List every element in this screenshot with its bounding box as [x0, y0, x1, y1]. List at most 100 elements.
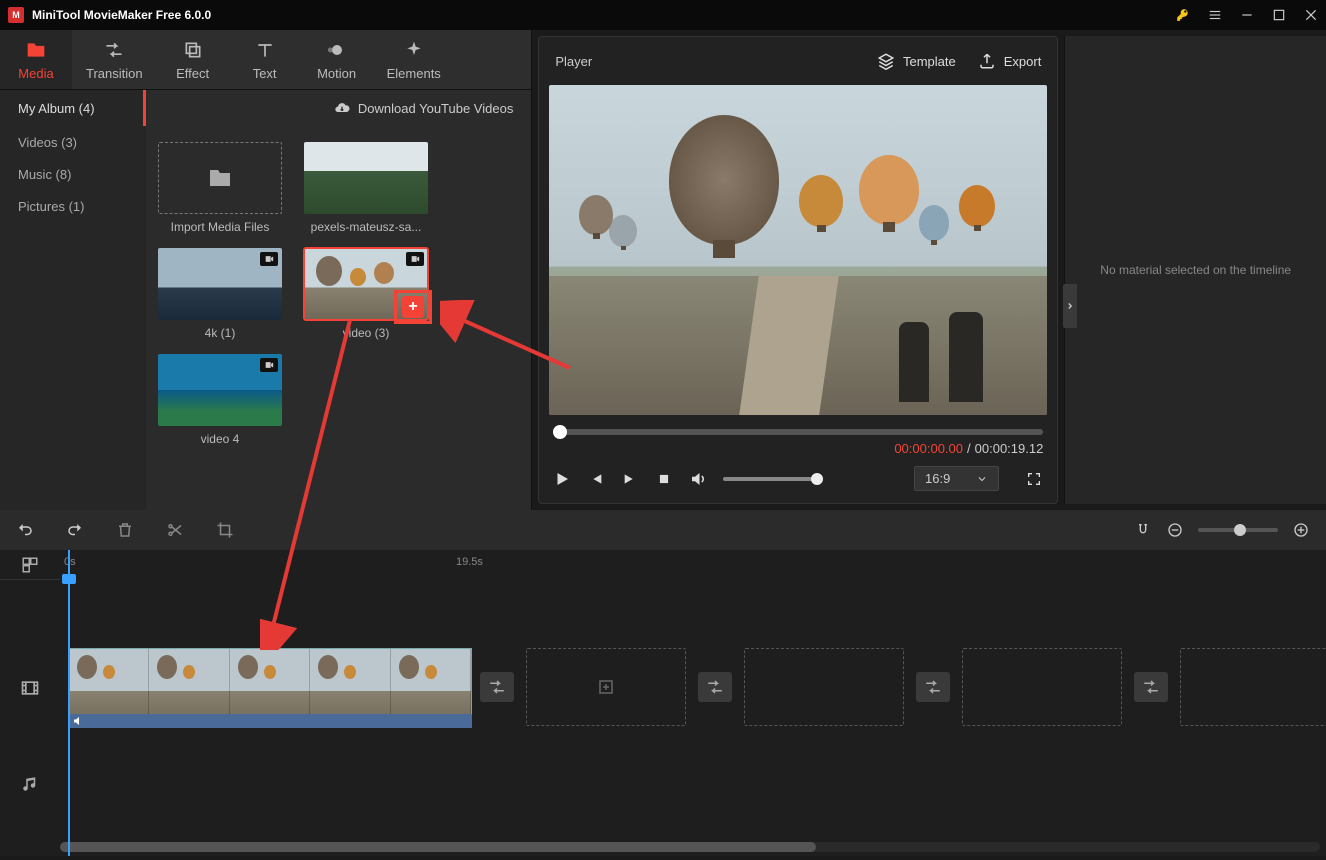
time-total: 00:00:19.12 — [975, 441, 1044, 456]
fullscreen-button[interactable] — [1025, 470, 1043, 488]
maximize-button[interactable] — [1272, 8, 1286, 22]
sidebar-item-label: Videos (3) — [18, 135, 77, 150]
tab-effect[interactable]: Effect — [157, 30, 229, 89]
button-label: Template — [903, 54, 956, 69]
crop-button[interactable] — [216, 521, 234, 539]
tab-label: Effect — [176, 66, 209, 81]
volume-icon[interactable] — [689, 470, 707, 488]
aspect-ratio-select[interactable]: 16:9 — [914, 466, 999, 491]
media-label: pexels-mateusz-sa... — [311, 220, 422, 234]
sidebar-item-music[interactable]: Music (8) — [0, 158, 146, 190]
player-panel: Player Template Export — [538, 36, 1058, 504]
timeline: 0s 19.5s — [0, 550, 1326, 856]
sidebar-item-my-album[interactable]: My Album (4) — [0, 90, 146, 126]
empty-clip-slot[interactable] — [526, 648, 686, 726]
zoom-in-button[interactable] — [1292, 521, 1310, 539]
snap-button[interactable] — [1134, 521, 1152, 539]
import-media-button[interactable]: Import Media Files — [158, 142, 282, 234]
media-label: Import Media Files — [171, 220, 270, 234]
video-track-icon — [0, 640, 60, 736]
media-item-selected[interactable]: + video (3) — [304, 248, 428, 340]
tab-media[interactable]: Media — [0, 30, 72, 89]
export-button[interactable]: Export — [978, 52, 1042, 70]
transition-slot[interactable] — [698, 672, 732, 702]
effect-icon — [183, 40, 203, 60]
folder-icon — [26, 40, 46, 60]
music-track-icon — [0, 736, 60, 832]
zoom-out-button[interactable] — [1166, 521, 1184, 539]
empty-clip-slot[interactable] — [962, 648, 1122, 726]
tab-transition[interactable]: Transition — [72, 30, 157, 89]
media-grid: Import Media Files pexels-mateusz-sa... … — [146, 126, 531, 510]
undo-button[interactable] — [16, 521, 34, 539]
delete-button[interactable] — [116, 521, 134, 539]
progress-slider[interactable] — [553, 429, 1043, 435]
close-button[interactable] — [1304, 8, 1318, 22]
video-badge-icon — [406, 252, 424, 266]
video-badge-icon — [260, 252, 278, 266]
media-item[interactable]: 4k (1) — [158, 248, 282, 340]
menu-icon[interactable] — [1208, 8, 1222, 22]
tab-label: Text — [253, 66, 277, 81]
sidebar-item-videos[interactable]: Videos (3) — [0, 126, 146, 158]
next-frame-button[interactable] — [621, 470, 639, 488]
transition-slot[interactable] — [480, 672, 514, 702]
tab-elements[interactable]: Elements — [373, 30, 455, 89]
collapse-inspector-button[interactable] — [1063, 284, 1077, 328]
video-track[interactable] — [60, 640, 1326, 736]
motion-icon — [327, 40, 347, 60]
time-current: 00:00:00.00 — [894, 441, 963, 456]
text-icon — [255, 40, 275, 60]
timeline-layers-button[interactable] — [0, 550, 60, 580]
music-track[interactable] — [60, 736, 1326, 832]
template-button[interactable]: Template — [877, 52, 956, 70]
tab-label: Media — [18, 66, 53, 81]
sparkle-icon — [404, 40, 424, 60]
timeline-scrollbar[interactable] — [60, 842, 1320, 852]
tab-motion[interactable]: Motion — [301, 30, 373, 89]
volume-slider[interactable] — [723, 477, 823, 481]
empty-clip-slot[interactable] — [1180, 648, 1326, 726]
inspector-panel: No material selected on the timeline — [1064, 36, 1326, 504]
play-button[interactable] — [553, 470, 571, 488]
aspect-label: 16:9 — [925, 471, 950, 486]
prev-frame-button[interactable] — [587, 470, 605, 488]
zoom-slider[interactable] — [1198, 528, 1278, 532]
add-to-timeline-button[interactable]: + — [394, 290, 432, 324]
empty-clip-slot[interactable] — [744, 648, 904, 726]
time-separator: / — [967, 441, 971, 456]
ruler-tick: 19.5s — [456, 556, 483, 568]
tool-tabs: Media Transition Effect Text Motion Elem… — [0, 30, 531, 90]
template-icon — [877, 52, 895, 70]
download-label: Download YouTube Videos — [358, 101, 513, 116]
split-button[interactable] — [166, 521, 184, 539]
folder-icon — [208, 166, 232, 190]
title-bar: M MiniTool MovieMaker Free 6.0.0 — [0, 0, 1326, 30]
redo-button[interactable] — [66, 521, 84, 539]
media-item[interactable]: pexels-mateusz-sa... — [304, 142, 428, 234]
transition-slot[interactable] — [1134, 672, 1168, 702]
playhead[interactable] — [68, 550, 70, 856]
transition-slot[interactable] — [916, 672, 950, 702]
media-label: video 4 — [201, 432, 240, 446]
player-title: Player — [555, 54, 592, 69]
key-icon[interactable] — [1176, 8, 1190, 22]
sidebar-item-label: Music (8) — [18, 167, 71, 182]
stop-button[interactable] — [655, 470, 673, 488]
album-side-list: Videos (3) Music (8) Pictures (1) — [0, 126, 146, 510]
clip-audio-indicator — [68, 714, 472, 728]
sidebar-item-pictures[interactable]: Pictures (1) — [0, 190, 146, 222]
app-title: MiniTool MovieMaker Free 6.0.0 — [32, 8, 211, 22]
timeline-ruler[interactable]: 0s 19.5s — [60, 550, 1326, 580]
minimize-button[interactable] — [1240, 8, 1254, 22]
media-item[interactable]: video 4 — [158, 354, 282, 446]
video-preview[interactable] — [549, 85, 1047, 415]
app-logo-icon: M — [8, 7, 24, 23]
chevron-down-icon — [976, 473, 988, 485]
tab-label: Motion — [317, 66, 356, 81]
media-label: 4k (1) — [205, 326, 236, 340]
tab-label: Elements — [387, 66, 441, 81]
download-youtube-link[interactable]: Download YouTube Videos — [146, 90, 531, 126]
sidebar-item-label: My Album (4) — [18, 101, 95, 116]
tab-text[interactable]: Text — [229, 30, 301, 89]
